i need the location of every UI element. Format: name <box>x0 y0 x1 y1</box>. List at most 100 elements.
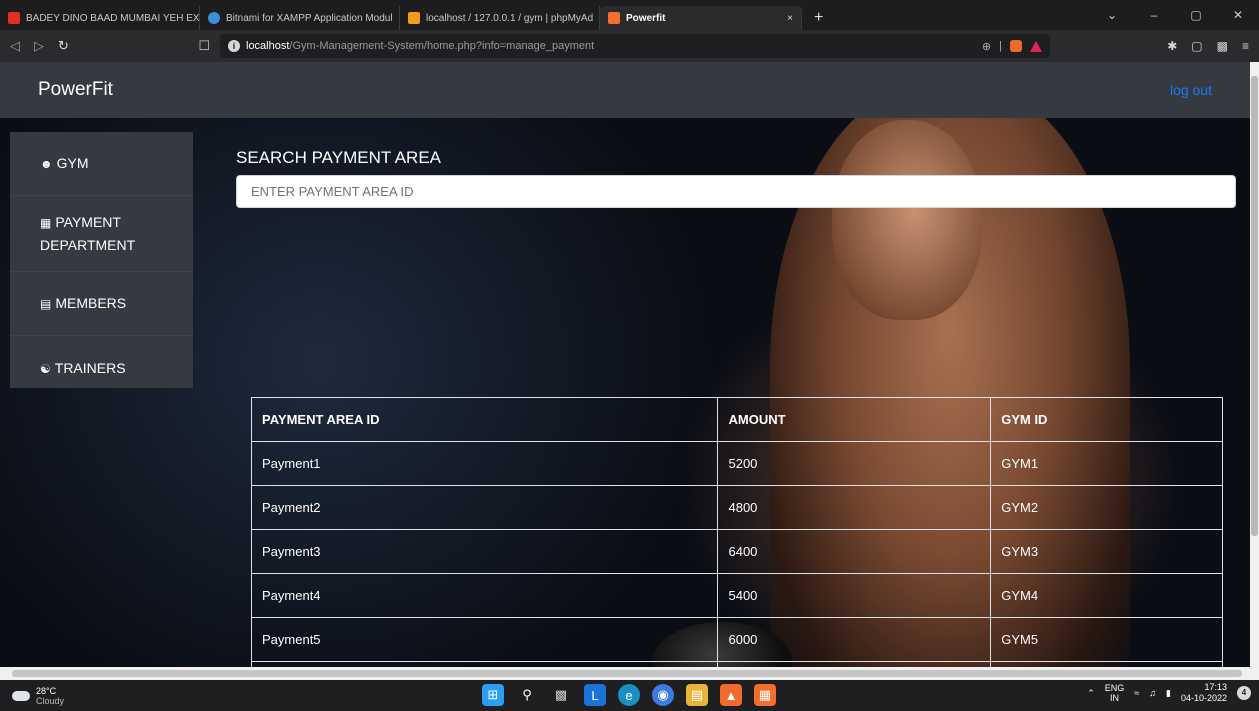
page-viewport: PowerFit log out ☻ GYM ▦ PAYMENT DEPARTMEN… <box>0 62 1250 667</box>
column-header: GYM ID <box>990 397 1223 442</box>
column-header: PAYMENT AREA ID <box>250 397 719 442</box>
list-icon: ▤ <box>40 297 52 311</box>
url-path: /Gym-Management-System/home.php?info=man… <box>289 40 595 52</box>
table-row: Payment1 5200 GYM1 <box>250 441 1223 486</box>
payment-area-search-input[interactable] <box>236 175 1236 208</box>
table-row: Payment4 5400 GYM4 <box>250 573 1223 618</box>
extensions-icon[interactable]: ✱ <box>1167 39 1177 53</box>
separator: | <box>999 40 1002 52</box>
tab-title: BADEY DINO BAAD MUMBAI YEH EXP <box>26 12 200 24</box>
scrollbar-thumb[interactable] <box>1251 76 1258 536</box>
horizontal-scrollbar[interactable] <box>0 667 1259 680</box>
bitnami-icon <box>208 12 220 24</box>
sidebar-item-gym[interactable]: ☻ GYM <box>10 132 193 196</box>
sidebar-item-label: MEMBERS <box>55 295 127 311</box>
volume-icon[interactable]: ♫ <box>1149 688 1156 698</box>
extension-area: ✱ ▢ ▩ ≡ <box>1167 39 1259 53</box>
url-field[interactable]: i localhost /Gym-Management-System/home.… <box>220 34 1050 58</box>
edge-icon[interactable]: e <box>618 684 640 706</box>
xampp-icon <box>608 12 620 24</box>
sidebar-item-label: TRAINERS <box>54 359 126 376</box>
close-tab-icon[interactable]: × <box>777 13 793 24</box>
browser-tab[interactable]: BADEY DINO BAAD MUMBAI YEH EXP <box>0 6 200 30</box>
bodybuilder-head-image <box>832 120 982 320</box>
brave-browser-icon[interactable]: ▲ <box>720 684 742 706</box>
amount-cell: 4800 <box>717 485 992 530</box>
url-actions: ⊕ | <box>982 40 1042 53</box>
app-navbar: PowerFit log out <box>0 62 1250 118</box>
gym-id-cell: GYM1 <box>990 441 1223 486</box>
sidebar-item-label: GYM <box>56 155 89 171</box>
menu-icon[interactable]: ≡ <box>1242 39 1249 53</box>
logout-link[interactable]: log out <box>1170 82 1212 98</box>
wallet-icon[interactable]: ▩ <box>1217 39 1228 53</box>
address-bar-row: ◁ ▷ ↻ ☐ i localhost /Gym-Management-Syst… <box>0 30 1259 62</box>
gym-id-cell: GYM3 <box>990 529 1223 574</box>
payment-area-id-cell: Payment2 <box>250 485 719 530</box>
search-icon[interactable]: ⚲ <box>516 684 538 706</box>
sidebar-toggle-icon[interactable]: ▢ <box>1191 39 1202 53</box>
site-info-icon[interactable]: i <box>228 40 240 52</box>
zoom-icon[interactable]: ⊕ <box>982 40 991 53</box>
amount-cell: 6400 <box>717 529 992 574</box>
weather-widget[interactable]: 28°C Cloudy <box>0 686 200 706</box>
chevron-up-icon[interactable]: ⌃ <box>1087 688 1095 699</box>
app-l-icon[interactable]: L <box>584 684 606 706</box>
browser-tab[interactable]: localhost / 127.0.0.1 / gym | phpMyAd <box>400 6 600 30</box>
xampp-icon[interactable]: ▦ <box>754 684 776 706</box>
language-indicator[interactable]: ENG IN <box>1105 683 1125 703</box>
nav-buttons: ◁ ▷ ↻ ☐ <box>0 38 220 54</box>
youtube-icon <box>8 12 20 24</box>
battery-icon[interactable]: ▮ <box>1166 688 1171 699</box>
chat-icon[interactable]: ◉ <box>652 684 674 706</box>
sidebar-item-label: PAYMENT DEPARTMENT <box>40 214 136 253</box>
brave-shields-icon[interactable] <box>1010 40 1022 52</box>
maximize-icon[interactable]: ▢ <box>1175 8 1217 22</box>
brave-rewards-icon[interactable] <box>1030 40 1042 52</box>
task-view-icon[interactable]: ▩ <box>550 684 572 706</box>
start-icon[interactable]: ⊞ <box>482 684 504 706</box>
weather-temp: 28°C <box>36 685 57 696</box>
reload-icon[interactable]: ↻ <box>58 38 69 54</box>
scrollbar-thumb[interactable] <box>12 670 1242 677</box>
table-row: Payment3 6400 GYM3 <box>250 529 1223 574</box>
amount-cell: 5400 <box>717 573 992 618</box>
table-row: Payment5 6000 GYM5 <box>250 617 1223 662</box>
sidebar: ☻ GYM ▦ PAYMENT DEPARTMENT ▤ MEMBERS ☯ TRAIN… <box>10 132 193 388</box>
gym-id-cell: GYM5 <box>990 617 1223 662</box>
minimize-icon[interactable]: – <box>1133 8 1175 22</box>
table-header-row: PAYMENT AREA ID AMOUNT GYM ID <box>250 397 1223 442</box>
browser-tab-active[interactable]: Powerfit × <box>600 6 802 30</box>
tab-search-icon[interactable]: ⌄ <box>1091 8 1133 22</box>
window-controls: ⌄ – ▢ ✕ <box>1091 0 1259 30</box>
column-header: AMOUNT <box>717 397 992 442</box>
back-icon[interactable]: ◁ <box>10 38 20 54</box>
bookmark-icon[interactable]: ☐ <box>198 38 210 54</box>
tab-title: localhost / 127.0.0.1 / gym | phpMyAd <box>426 12 594 24</box>
weather-desc: Cloudy <box>36 695 65 706</box>
forward-icon[interactable]: ▷ <box>34 38 44 54</box>
payment-area-id-cell: Payment4 <box>250 573 719 618</box>
sidebar-item-trainers[interactable]: ☯ TRAINERS <box>10 336 193 400</box>
new-tab-button[interactable]: + <box>802 6 835 30</box>
users-icon: ☯ <box>40 361 51 376</box>
wifi-icon[interactable]: ≈ <box>1134 688 1139 698</box>
brand-logo[interactable]: PowerFit <box>38 79 113 101</box>
vertical-scrollbar[interactable] <box>1250 62 1259 667</box>
tab-title: Bitnami for XAMPP Application Modul <box>226 12 393 24</box>
gym-id-cell: GYM4 <box>990 573 1223 618</box>
sidebar-item-members[interactable]: ▤ MEMBERS <box>10 272 193 336</box>
browser-tab[interactable]: Bitnami for XAMPP Application Modul <box>200 6 400 30</box>
url-host: localhost <box>246 40 290 52</box>
close-window-icon[interactable]: ✕ <box>1217 8 1259 22</box>
payment-area-id-cell: Payment5 <box>250 617 719 662</box>
payment-table: PAYMENT AREA ID AMOUNT GYM ID Payment1 5… <box>250 397 1223 667</box>
sidebar-item-payment-department[interactable]: ▦ PAYMENT DEPARTMENT <box>10 196 193 272</box>
tab-title: Powerfit <box>626 12 666 24</box>
table-row: Payment2 4800 GYM2 <box>250 485 1223 530</box>
clock[interactable]: 17:13 04-10-2022 <box>1181 682 1227 704</box>
notification-badge[interactable]: 4 <box>1237 686 1251 700</box>
user-icon: ☻ <box>40 157 53 171</box>
file-explorer-icon[interactable]: ▤ <box>686 684 708 706</box>
browser-tab-strip: BADEY DINO BAAD MUMBAI YEH EXP Bitnami f… <box>0 0 1259 30</box>
